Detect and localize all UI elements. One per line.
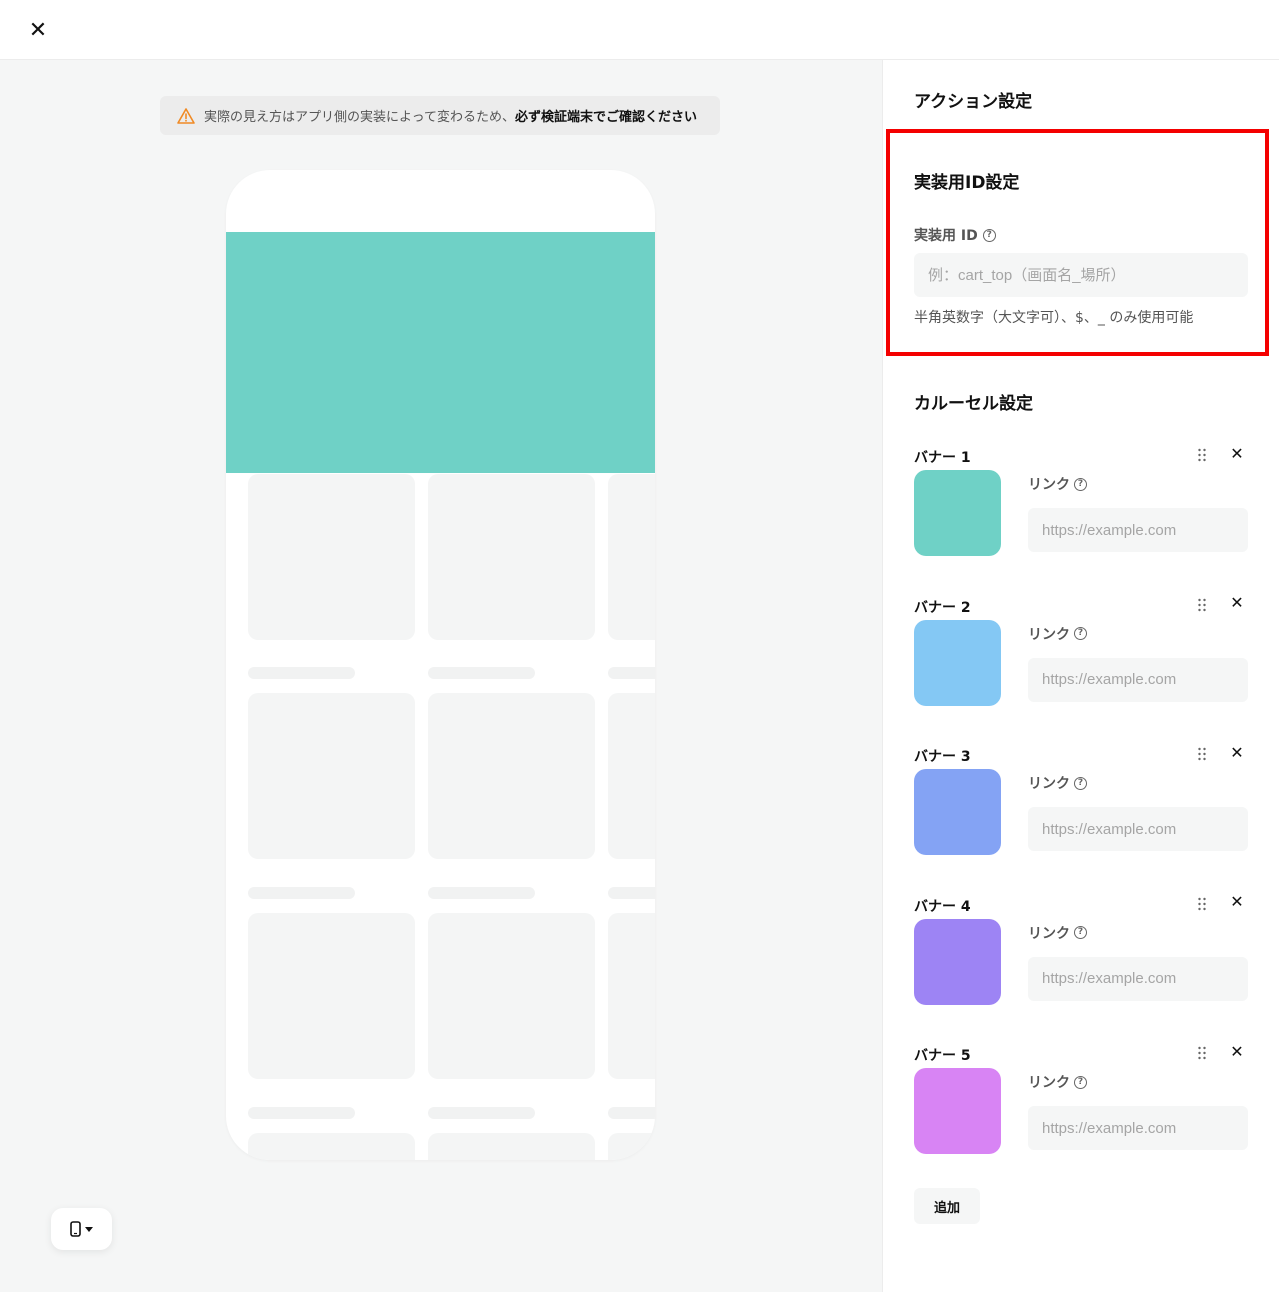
notice-emphasis: 必ず検証端末でご確認ください (514, 110, 697, 125)
help-icon[interactable]: ? (1074, 926, 1087, 939)
close-icon[interactable]: ✕ (1228, 743, 1246, 762)
skeleton-card (608, 913, 655, 1079)
warning-icon (177, 107, 195, 124)
close-icon[interactable]: ✕ (1228, 444, 1246, 463)
help-icon[interactable]: ? (1074, 627, 1087, 640)
skeleton-line (608, 887, 655, 899)
impl-id-input[interactable] (914, 253, 1248, 297)
link-label: リンク? (1028, 923, 1087, 943)
phone-frame (226, 170, 655, 1160)
skeleton-card (608, 474, 655, 640)
banner-label: バナー 4 (914, 898, 971, 915)
banner-label: バナー 2 (914, 599, 971, 616)
link-label: リンク? (1028, 474, 1087, 494)
add-banner-button[interactable]: 追加 (914, 1188, 980, 1224)
close-icon[interactable]: ✕ (1228, 892, 1246, 911)
preview-notice: 実際の見え方はアプリ側の実装によって変わるため、 必ず検証端末でご確認ください (160, 96, 720, 135)
skeleton-line (428, 667, 535, 679)
help-icon[interactable]: ? (1074, 776, 1087, 790)
drag-handle-icon[interactable] (1196, 1045, 1208, 1061)
settings-panel: アクション設定 実装用ID設定 実装用 ID ? 半角英数字（大文字可）、$、_… (882, 60, 1279, 1292)
close-icon[interactable]: ✕ (26, 18, 50, 43)
carousel-settings-title: カルーセル設定 (914, 394, 1033, 414)
link-label-text: リンク (1028, 925, 1070, 942)
banner-link-input[interactable] (1028, 956, 1248, 1001)
banner-label: バナー 1 (914, 450, 971, 466)
caret-down-icon (84, 1227, 93, 1232)
action-settings-title: アクション設定 (914, 92, 1033, 112)
banner-link-input[interactable] (1028, 807, 1248, 851)
banner-link-input[interactable] (1028, 1106, 1248, 1150)
banner-color-swatch[interactable] (914, 1068, 1001, 1154)
skeleton-card (428, 913, 595, 1079)
banner-item: バナー 3 ✕ リンク? (914, 743, 1249, 876)
skeleton-card (428, 474, 595, 640)
help-icon[interactable]: ? (982, 228, 996, 242)
banner-item: バナー 5 ✕ リンク? (914, 1042, 1249, 1175)
skeleton-card (248, 913, 415, 1079)
skeleton-card (248, 1133, 415, 1160)
banner-item: バナー 2 ✕ リンク? (914, 593, 1249, 727)
banner-link-input[interactable] (1028, 508, 1248, 552)
banner-item: バナー 1 ✕ リンク? (914, 444, 1249, 577)
banner-color-swatch[interactable] (914, 918, 1001, 1005)
link-label-text: リンク (1028, 477, 1070, 493)
help-icon[interactable]: ? (1074, 477, 1087, 491)
skeleton-card (428, 1133, 595, 1160)
preview-area: 実際の見え方はアプリ側の実装によって変わるため、 必ず検証端末でご確認ください (0, 60, 882, 1292)
drag-handle-icon[interactable] (1196, 447, 1208, 463)
banner-item: バナー 4 ✕ リンク? (914, 892, 1249, 1026)
skeleton-line (248, 887, 355, 899)
link-label-text: リンク (1028, 1075, 1070, 1091)
top-bar: ✕ (0, 0, 1279, 60)
link-label-text: リンク (1028, 626, 1070, 643)
banner-link-input[interactable] (1028, 657, 1248, 702)
skeleton-line (608, 1107, 655, 1119)
device-select-button[interactable] (51, 1208, 112, 1250)
skeleton-line (428, 1107, 535, 1119)
skeleton-line (248, 667, 355, 679)
skeleton-line (428, 887, 535, 899)
drag-handle-icon[interactable] (1196, 896, 1208, 912)
phone-icon (69, 1221, 81, 1237)
drag-handle-icon[interactable] (1196, 746, 1208, 762)
skeleton-line (248, 1107, 355, 1119)
carousel-banner-preview[interactable] (226, 232, 655, 473)
close-icon[interactable]: ✕ (1228, 593, 1246, 612)
banner-label: バナー 5 (914, 1048, 971, 1064)
link-label: リンク? (1028, 1072, 1087, 1092)
impl-id-hint: 半角英数字（大文字可）、$、_ のみ使用可能 (914, 310, 1194, 326)
impl-id-label: 実装用 ID ? (914, 225, 996, 245)
banner-color-swatch[interactable] (914, 769, 1001, 855)
link-label: リンク? (1028, 624, 1087, 644)
skeleton-card (248, 474, 415, 640)
help-icon[interactable]: ? (1074, 1075, 1087, 1089)
banner-label: バナー 3 (914, 749, 971, 765)
link-label: リンク? (1028, 773, 1087, 793)
skeleton-card (608, 693, 655, 859)
skeleton-card (428, 693, 595, 859)
drag-handle-icon[interactable] (1196, 597, 1208, 613)
banner-color-swatch[interactable] (914, 470, 1001, 556)
skeleton-line (608, 667, 655, 679)
skeleton-card (248, 693, 415, 859)
skeleton-card (608, 1133, 655, 1160)
banner-color-swatch[interactable] (914, 619, 1001, 706)
link-label-text: リンク (1028, 776, 1070, 792)
notice-text: 実際の見え方はアプリ側の実装によって変わるため、 (204, 110, 515, 125)
impl-id-section-title: 実装用ID設定 (914, 173, 1020, 193)
impl-id-label-text: 実装用 ID (914, 228, 978, 244)
close-icon[interactable]: ✕ (1228, 1042, 1246, 1061)
